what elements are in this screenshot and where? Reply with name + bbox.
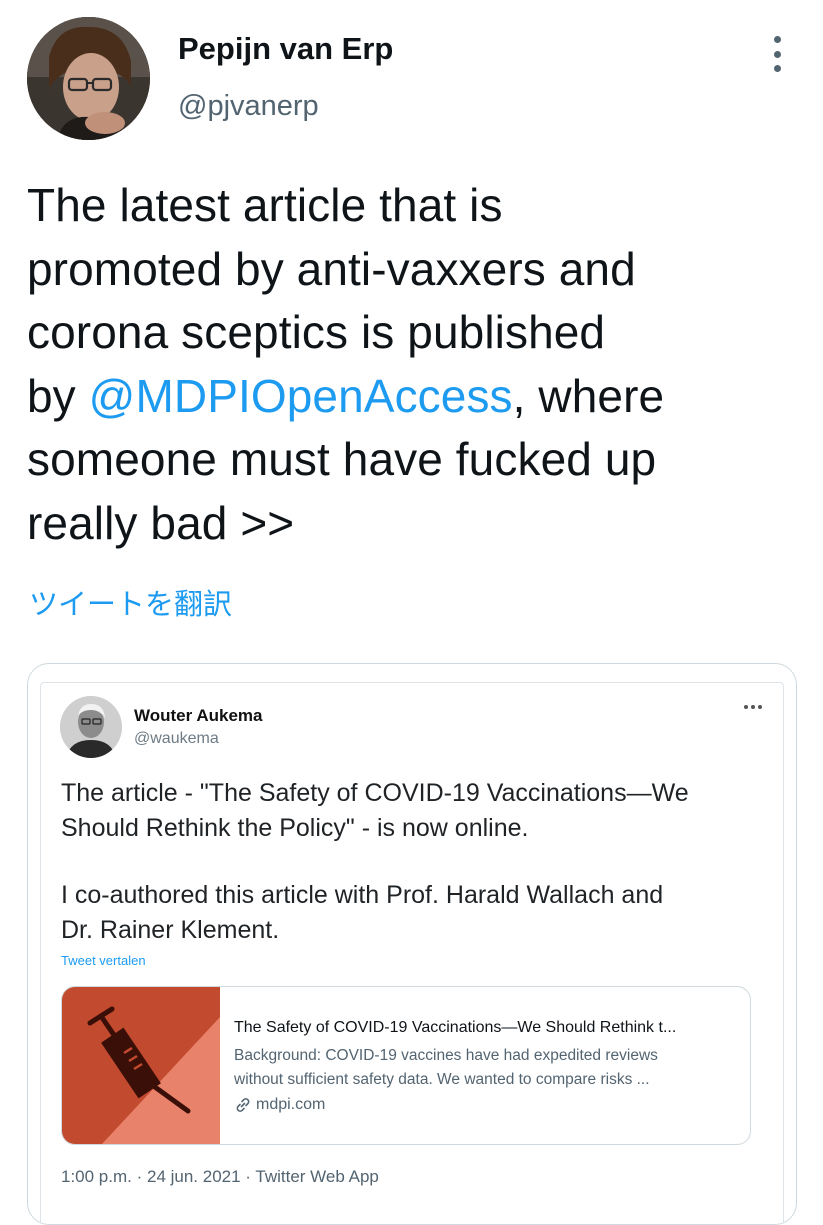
link-preview-domain-text: mdpi.com <box>256 1096 326 1113</box>
more-vertical-icon[interactable] <box>765 36 789 72</box>
syringe-icon <box>62 987 220 1144</box>
author-avatar-photo <box>27 17 150 140</box>
quoted-text-line: I co-authored this article with Prof. Ha… <box>61 881 664 909</box>
link-preview-description: Background: COVID-19 vaccines have had e… <box>234 1044 734 1092</box>
quoted-tweet-meta: 1:00 p.m.24 jun. 2021Twitter Web App <box>61 1167 379 1187</box>
quoted-author-handle[interactable]: @waukema <box>134 730 219 748</box>
translate-tweet-link[interactable]: ツイートを翻訳 <box>29 581 232 623</box>
author-name[interactable]: Pepijn van Erp <box>178 31 393 67</box>
more-horizontal-icon[interactable] <box>744 705 762 709</box>
link-preview-domain: mdpi.com <box>234 1096 325 1114</box>
tweet-text-line: The latest article that is <box>27 179 503 231</box>
link-icon <box>236 1098 250 1112</box>
quoted-tweet-card[interactable]: Wouter Aukema @waukema The article - "Th… <box>27 663 797 1225</box>
tweet-text-line: really bad >> <box>27 496 295 549</box>
quoted-tweet-time[interactable]: 1:00 p.m. <box>61 1167 132 1186</box>
tweet-text-line: someone must have fucked up <box>27 433 657 485</box>
quoted-author-avatar-photo <box>60 696 122 758</box>
link-preview-title: The Safety of COVID-19 Vaccinations—We S… <box>234 1019 677 1036</box>
quoted-tweet-source: Twitter Web App <box>241 1167 379 1186</box>
quoted-author-name[interactable]: Wouter Aukema <box>134 706 262 726</box>
tweet-text: The latest article that is promoted by a… <box>27 174 797 555</box>
author-avatar[interactable] <box>27 17 150 140</box>
author-handle[interactable]: @pjvanerp <box>178 90 319 123</box>
quoted-text-line: The article - "The Safety of COVID-19 Va… <box>61 779 689 807</box>
quoted-tweet-embed: Wouter Aukema @waukema The article - "Th… <box>40 682 784 1224</box>
mention-link[interactable]: @MDPIOpenAccess <box>89 370 513 422</box>
quoted-tweet-text: The article - "The Safety of COVID-19 Va… <box>61 776 761 947</box>
tweet-text-fragment: , where <box>512 369 665 422</box>
quoted-translate-link[interactable]: Tweet vertalen <box>61 953 146 968</box>
tweet-text-line: by @MDPIOpenAccess, where <box>27 365 797 429</box>
link-preview-description-line: Background: COVID-19 vaccines have had e… <box>234 1047 658 1064</box>
quoted-paragraph: The article - "The Safety of COVID-19 Va… <box>61 776 761 845</box>
tweet-text-fragment: by <box>27 369 89 422</box>
quoted-text-line: Dr. Rainer Klement. <box>61 915 280 944</box>
quoted-author-avatar[interactable] <box>60 696 122 758</box>
link-preview-card[interactable]: The Safety of COVID-19 Vaccinations—We S… <box>61 986 751 1145</box>
quoted-text-line: Should Rethink the Policy" - is now onli… <box>61 813 529 842</box>
link-preview-description-line: without sufficient safety data. We wante… <box>234 1071 650 1088</box>
quoted-paragraph: I co-authored this article with Prof. Ha… <box>61 878 761 947</box>
tweet-text-line: promoted by anti-vaxxers and <box>27 242 636 295</box>
quoted-tweet-date[interactable]: 24 jun. 2021 <box>132 1167 241 1186</box>
tweet-text-line: corona sceptics is published <box>27 306 606 358</box>
